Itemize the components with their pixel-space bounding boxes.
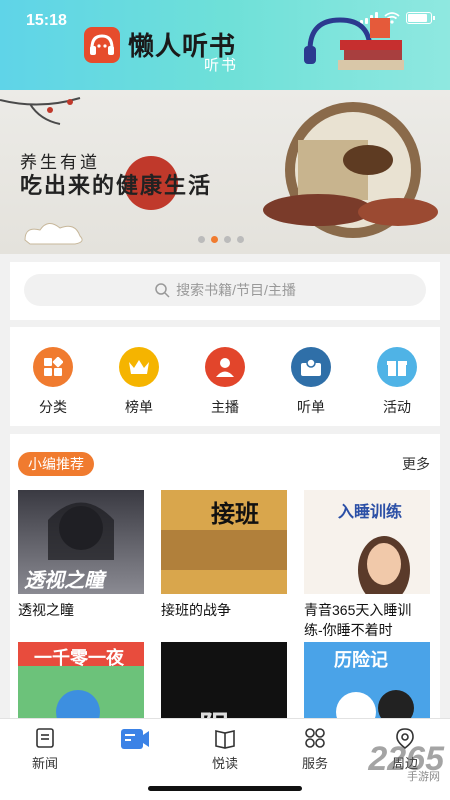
more-link[interactable]: 更多 [402, 454, 430, 474]
listen-icon [121, 729, 149, 749]
category-label: 榜单 [125, 399, 153, 415]
site-watermark-sub: 手游网 [407, 771, 440, 783]
home-indicator[interactable] [148, 786, 302, 791]
book-cover[interactable]: 透视之瞳 [18, 490, 144, 594]
book-title: 透视之瞳 [18, 602, 74, 618]
category-anchor[interactable]: 主播 [190, 347, 260, 426]
person-icon [205, 347, 245, 387]
category-label: 活动 [383, 399, 411, 415]
book-item[interactable]: 历险记 [304, 642, 430, 724]
search-placeholder: 搜索书籍/节目/主播 [176, 282, 296, 298]
section-title: 小编推荐 [18, 452, 94, 476]
list-icon [291, 347, 331, 387]
book-title: 接班的战争 [161, 602, 231, 618]
crown-icon [119, 347, 159, 387]
carousel-dot[interactable] [237, 236, 244, 243]
cloud-decoration [24, 223, 83, 245]
category-ranking[interactable]: 榜单 [104, 347, 174, 426]
grid-icon [33, 347, 73, 387]
search-input[interactable]: 搜索书籍/节目/主播 [24, 274, 426, 306]
book-item[interactable]: 阴 [161, 642, 287, 724]
book-cover[interactable]: 历险记 [304, 642, 430, 724]
book-item[interactable]: 透视之瞳 透视之瞳 [18, 490, 144, 642]
category-activity[interactable]: 活动 [362, 347, 432, 426]
nav-news[interactable]: 新闻 [15, 727, 75, 800]
status-time: 15:18 [26, 12, 67, 29]
search-icon [155, 283, 170, 298]
cover-title: 一千零一夜 [34, 648, 124, 668]
gift-icon [377, 347, 417, 387]
book-item[interactable]: 一千零一夜 [18, 642, 144, 724]
carousel-dot[interactable] [224, 236, 231, 243]
category-label: 分类 [39, 399, 67, 415]
search-section: 搜索书籍/节目/主播 [10, 262, 440, 320]
editor-picks-section: 小编推荐 更多 透视之瞳 透视之瞳 接班 接班的战争 入睡训练 青音365天入睡… [10, 434, 440, 724]
app-header: 15:18 懒人听书 听书 [0, 0, 450, 90]
book-cover[interactable]: 接班 [161, 490, 287, 594]
cover-title: 历险记 [334, 650, 388, 670]
nav-label: 服务 [301, 756, 328, 771]
carousel-dot[interactable] [198, 236, 205, 243]
cover-title: 接班 [211, 501, 259, 528]
carousel-dot[interactable] [211, 236, 218, 243]
news-icon [36, 728, 54, 748]
category-label: 听单 [297, 399, 325, 415]
book-cover[interactable]: 入睡训练 [304, 490, 430, 594]
branch-decoration [0, 97, 81, 125]
nav-label: 新闻 [31, 756, 58, 771]
cover-title: 入睡训练 [338, 504, 403, 521]
herbs-illustration [263, 102, 438, 238]
carousel-dots[interactable] [198, 236, 244, 243]
app-subtitle: 听书 [204, 57, 239, 74]
book-title: 青音365天入睡训练-你睡不着时 [304, 602, 412, 638]
promo-banner[interactable]: 养生有道 吃出来的健康生活 [0, 90, 450, 254]
category-bar: 分类 榜单 主播 听单 活动 [10, 327, 440, 426]
book-grid: 透视之瞳 透视之瞳 接班 接班的战争 入睡训练 青音365天入睡训练-你睡不着时… [18, 490, 432, 724]
cover-title: 透视之瞳 [24, 570, 104, 592]
service-icon [305, 728, 325, 748]
nav-label: 悦读 [211, 756, 238, 771]
book-cover[interactable]: 阴 [161, 642, 287, 724]
banner-subheadline: 吃出来的健康生活 [20, 173, 213, 199]
book-icon [215, 730, 235, 749]
books-headphones-illustration [304, 17, 404, 70]
book-item[interactable]: 入睡训练 青音365天入睡训练-你睡不着时 [304, 490, 430, 642]
category-playlist[interactable]: 听单 [276, 347, 346, 426]
category-classify[interactable]: 分类 [18, 347, 88, 426]
book-item[interactable]: 接班 接班的战争 [161, 490, 287, 642]
category-label: 主播 [211, 399, 239, 415]
book-cover[interactable]: 一千零一夜 [18, 642, 144, 724]
headphones-icon [84, 26, 120, 63]
